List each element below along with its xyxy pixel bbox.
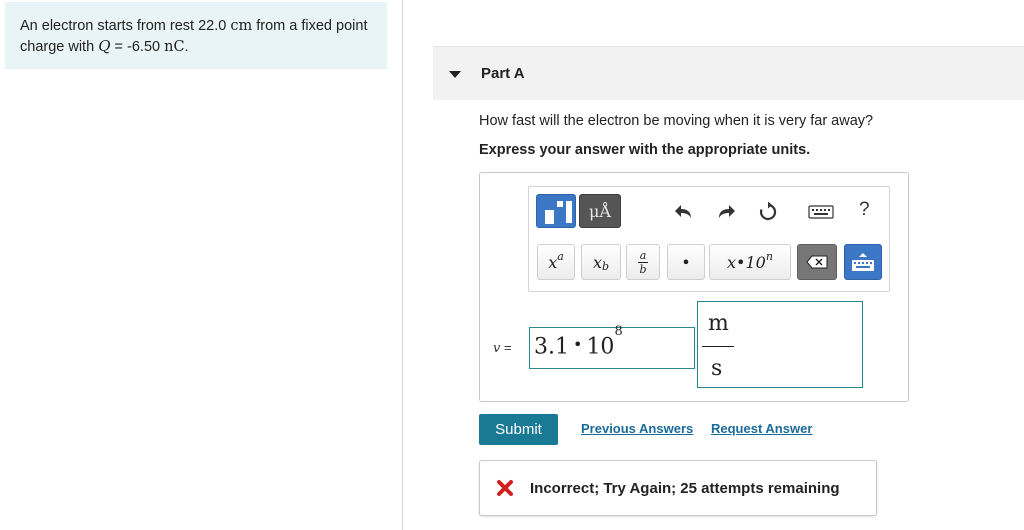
subscript-key-sub: b bbox=[601, 259, 610, 273]
variable-equals: = bbox=[503, 340, 512, 355]
submit-button[interactable]: Submit bbox=[479, 414, 558, 445]
problem-statement: An electron starts from rest 22.0 cm fro… bbox=[5, 2, 387, 69]
superscript-key-exp: a bbox=[557, 249, 564, 263]
feedback-box: Incorrect; Try Again; 25 attempts remain… bbox=[479, 460, 877, 516]
undo-icon bbox=[675, 205, 691, 218]
instruction-text: Express your answer with the appropriate… bbox=[479, 142, 811, 158]
reset-button[interactable] bbox=[755, 199, 781, 225]
fraction-key[interactable]: a b bbox=[626, 244, 660, 280]
variable-label: v = bbox=[493, 340, 512, 356]
answer-exponent: 8 bbox=[614, 324, 623, 339]
templates-button[interactable] bbox=[536, 194, 576, 228]
fraction-denominator: b bbox=[639, 262, 647, 276]
units-button[interactable]: μÅ bbox=[579, 194, 621, 228]
keyboard-icon bbox=[808, 205, 834, 219]
fraction-numerator: a bbox=[639, 248, 647, 262]
units-label: μÅ bbox=[589, 202, 611, 221]
template-tall-icon bbox=[566, 201, 572, 223]
unit-fraction-bar bbox=[702, 346, 734, 347]
math-toolbar: μÅ ? x a x b a b • x•10 n bbox=[528, 186, 890, 292]
feedback-message: Incorrect; Try Again; 25 attempts remain… bbox=[530, 480, 840, 497]
previous-answers-link[interactable]: Previous Answers bbox=[581, 421, 693, 436]
superscript-key[interactable]: xa bbox=[537, 244, 575, 280]
answer-panel: μÅ ? x a x b a b • x•10 n v = 3.1 • 108 … bbox=[479, 172, 909, 402]
template-small-icon bbox=[557, 201, 563, 207]
charge-value: = -6.50 bbox=[114, 39, 161, 55]
bullet-key[interactable]: • bbox=[667, 244, 705, 280]
variable-symbol: v bbox=[493, 341, 501, 356]
answer-base: 10 bbox=[586, 334, 615, 360]
column-divider bbox=[402, 0, 403, 530]
answer-units-input[interactable]: m s bbox=[697, 301, 863, 388]
incorrect-x-icon bbox=[497, 480, 513, 496]
answer-value-input[interactable]: 3.1 • 108 bbox=[529, 324, 695, 369]
scientific-notation-key[interactable]: x•10 n bbox=[709, 244, 791, 280]
answer-mantissa: 3.1 bbox=[534, 334, 569, 360]
backspace-key[interactable] bbox=[797, 244, 837, 280]
sci-key-exp: n bbox=[765, 249, 773, 263]
redo-button[interactable] bbox=[713, 199, 739, 225]
superscript-key-base: x bbox=[548, 252, 558, 272]
request-answer-link[interactable]: Request Answer bbox=[711, 421, 812, 436]
subscript-key[interactable]: xb bbox=[581, 244, 621, 280]
part-header[interactable]: Part A bbox=[433, 46, 1024, 100]
fraction-glyph: a b bbox=[638, 250, 648, 275]
charge-symbol: Q bbox=[98, 37, 111, 55]
unit-denominator: s bbox=[711, 356, 723, 381]
show-keyboard-key[interactable] bbox=[844, 244, 882, 280]
distance-unit: cm bbox=[230, 18, 253, 34]
undo-button[interactable] bbox=[671, 199, 697, 225]
template-block-icon bbox=[545, 210, 554, 224]
sci-key-base: x•10 bbox=[727, 252, 766, 272]
help-button[interactable]: ? bbox=[859, 199, 870, 221]
keyboard-shortcuts-button[interactable] bbox=[806, 199, 836, 225]
reset-icon bbox=[759, 201, 777, 221]
bullet-key-label: • bbox=[681, 252, 691, 272]
backspace-icon bbox=[806, 255, 828, 269]
answer-bullet: • bbox=[573, 335, 583, 355]
collapse-triangle-icon[interactable] bbox=[449, 71, 461, 78]
keyboard-toggle-icon bbox=[852, 253, 874, 271]
subscript-key-base: x bbox=[592, 252, 602, 272]
redo-icon bbox=[719, 205, 735, 218]
problem-text-end: . bbox=[184, 39, 189, 55]
question-text: How fast will the electron be moving whe… bbox=[479, 113, 874, 129]
part-title: Part A bbox=[481, 65, 525, 82]
problem-text-start: An electron starts from rest 22.0 bbox=[20, 18, 227, 34]
unit-numerator: m bbox=[708, 311, 729, 336]
charge-unit: nC bbox=[164, 39, 185, 55]
